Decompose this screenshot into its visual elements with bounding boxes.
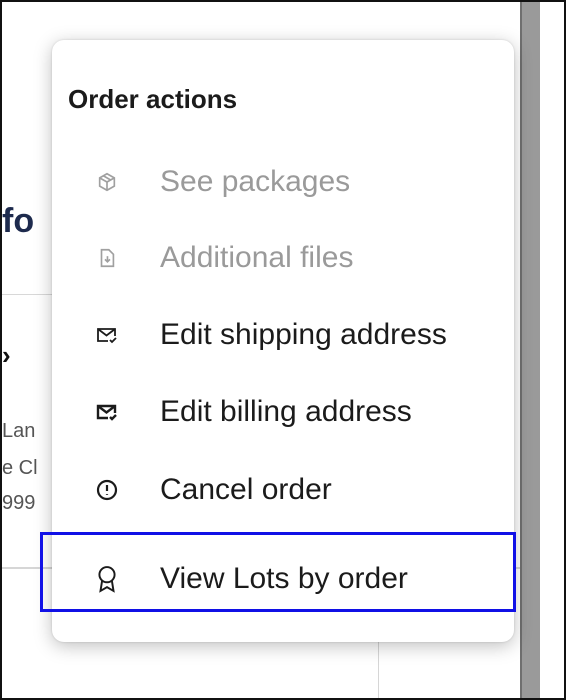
window-edge (540, 2, 564, 698)
menu-item-label: Edit shipping address (160, 318, 447, 351)
menu-title: Order actions (68, 84, 238, 114)
screenshot-frame: fo › Lan e Cl 999 Order actions See pack… (0, 0, 566, 700)
menu-item-edit-billing-address[interactable]: Edit billing address (52, 376, 514, 448)
address-line-3: 999 (2, 492, 36, 514)
alert-circle-icon (94, 477, 120, 503)
menu-item-see-packages[interactable]: See packages (52, 146, 514, 218)
page-title-fragment: fo (2, 202, 35, 240)
package-icon (94, 169, 120, 195)
selection-highlight (40, 532, 516, 612)
menu-item-label: Additional files (160, 241, 354, 274)
scrollbar[interactable] (520, 2, 540, 698)
envelope-check-icon (94, 399, 120, 425)
menu-item-cancel-order[interactable]: Cancel order (52, 454, 514, 526)
envelope-check-outline-icon (94, 322, 120, 348)
address-line-2: e Cl (2, 457, 38, 479)
menu-item-additional-files[interactable]: Additional files (52, 222, 514, 294)
menu-item-edit-shipping-address[interactable]: Edit shipping address (52, 299, 514, 371)
address-line-1: Lan (2, 420, 36, 442)
menu-item-label: Cancel order (160, 473, 332, 506)
chevron-right-icon: › (2, 340, 11, 370)
file-download-icon (94, 245, 120, 271)
divider (378, 642, 379, 698)
menu-item-label: Edit billing address (160, 395, 412, 428)
menu-item-label: See packages (160, 165, 351, 198)
